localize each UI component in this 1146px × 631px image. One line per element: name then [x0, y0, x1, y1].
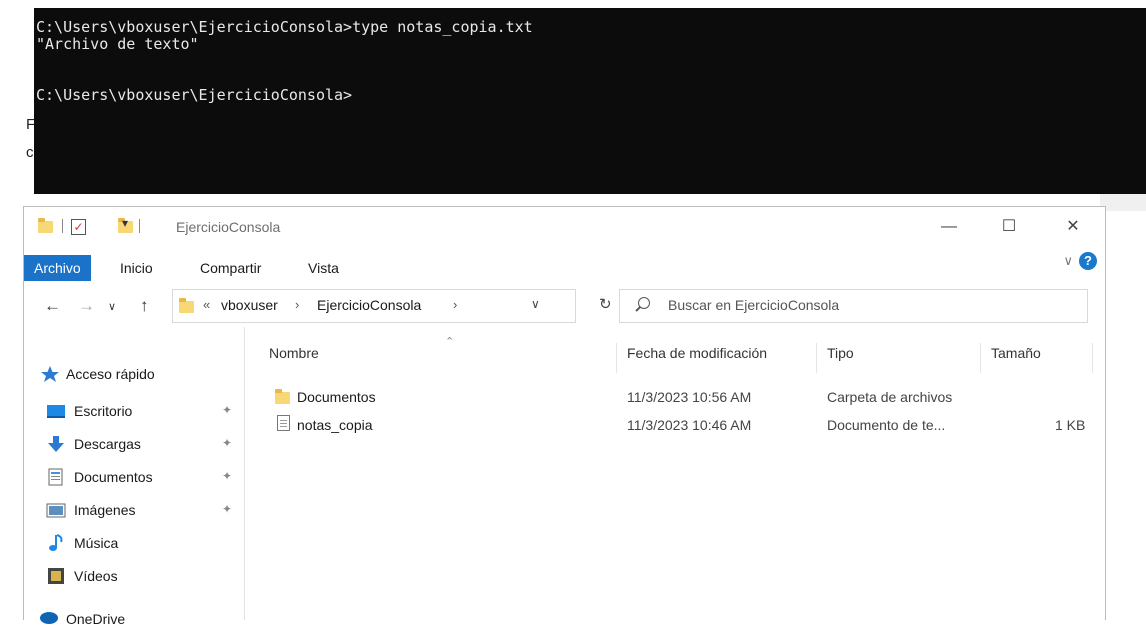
star-icon: [41, 366, 59, 382]
file-type: Carpeta de archivos: [827, 389, 953, 405]
file-type: Documento de te...: [827, 417, 946, 433]
pin-icon[interactable]: ✦: [222, 469, 232, 483]
sidebar-item-label: Vídeos: [74, 568, 118, 584]
sidebar-item-label: Imágenes: [74, 502, 136, 518]
file-size: 1 KB: [1055, 417, 1086, 433]
console-window[interactable]: C:\Users\vboxuser\EjercicioConsola>type …: [34, 8, 1146, 194]
background-text-fragment: c: [26, 144, 34, 161]
breadcrumb-overflow[interactable]: «: [203, 297, 210, 312]
customize-quick-access-icon[interactable]: ▾: [122, 216, 128, 230]
breadcrumb-separator: ›: [295, 297, 300, 312]
search-icon: [638, 297, 650, 309]
column-header-size[interactable]: Tamaño: [991, 345, 1041, 361]
toolbar-separator: [139, 219, 140, 233]
tab-vista[interactable]: Vista: [302, 255, 345, 281]
text-file-icon: [277, 415, 290, 431]
pin-icon[interactable]: ✦: [222, 502, 232, 516]
file-explorer-window: ✓ ▾ EjercicioConsola — ☐ ✕ Archivo Inici…: [23, 206, 1106, 627]
music-icon: [49, 534, 63, 551]
properties-icon[interactable]: ✓: [71, 219, 86, 235]
column-header-type[interactable]: Tipo: [827, 345, 854, 361]
title-bar: ✓ ▾ EjercicioConsola — ☐ ✕: [24, 207, 1105, 247]
breadcrumb-ejercicioconsola[interactable]: EjercicioConsola: [317, 297, 421, 313]
close-button[interactable]: ✕: [1050, 207, 1096, 247]
column-divider[interactable]: [816, 343, 817, 373]
navigation-pane: Acceso rápido Escritorio ✦ Descargas ✦ D…: [24, 327, 245, 627]
videos-icon: [48, 568, 64, 584]
console-line: C:\Users\vboxuser\EjercicioConsola>type …: [36, 18, 533, 36]
back-arrow-icon[interactable]: ←: [44, 296, 61, 316]
file-name: notas_copia: [297, 417, 373, 433]
column-header-date[interactable]: Fecha de modificación: [627, 345, 767, 361]
navigation-bar: ← → ∨ ↑ « vboxuser › EjercicioConsola › …: [24, 283, 1105, 327]
file-row[interactable]: Documentos 11/3/2023 10:56 AM Carpeta de…: [269, 385, 1089, 409]
search-input[interactable]: [668, 297, 1068, 313]
breadcrumb-vboxuser[interactable]: vboxuser: [221, 297, 278, 313]
pictures-icon: [46, 503, 66, 518]
ribbon: Archivo Inicio Compartir Vista: [24, 247, 1105, 281]
tab-archivo[interactable]: Archivo: [24, 255, 91, 281]
console-line: "Archivo de texto": [36, 35, 199, 53]
column-divider[interactable]: [1092, 343, 1093, 373]
pin-icon[interactable]: ✦: [222, 436, 232, 450]
column-divider[interactable]: [980, 343, 981, 373]
folder-icon: [179, 298, 194, 313]
tab-compartir[interactable]: Compartir: [194, 255, 267, 281]
sidebar-item-label: Descargas: [74, 436, 141, 452]
sidebar-item-label: Acceso rápido: [66, 366, 155, 382]
desktop-icon: [47, 405, 65, 418]
onedrive-icon: [40, 612, 58, 624]
column-header-name[interactable]: Nombre: [269, 345, 319, 361]
sidebar-item-label: Documentos: [74, 469, 153, 485]
download-icon: [48, 436, 64, 452]
breadcrumb-separator[interactable]: ›: [453, 297, 457, 312]
expand-ribbon-icon[interactable]: ∨: [1063, 253, 1073, 269]
refresh-icon[interactable]: ↻: [599, 295, 612, 313]
window-title: EjercicioConsola: [176, 219, 281, 235]
file-row[interactable]: notas_copia 11/3/2023 10:46 AM Documento…: [269, 413, 1089, 437]
pin-icon[interactable]: ✦: [222, 403, 232, 417]
folder-icon: [275, 389, 290, 404]
console-prompt-line: C:\Users\vboxuser\EjercicioConsola>: [36, 86, 353, 104]
column-divider[interactable]: [616, 343, 617, 373]
file-modified: 11/3/2023 10:56 AM: [627, 389, 752, 405]
help-icon[interactable]: ?: [1079, 252, 1097, 270]
address-bar[interactable]: « vboxuser › EjercicioConsola › ∨: [172, 289, 576, 323]
sidebar-item-label: OneDrive: [66, 611, 126, 627]
toolbar-separator: [62, 219, 63, 233]
tab-inicio[interactable]: Inicio: [114, 255, 159, 281]
search-box[interactable]: [619, 289, 1088, 323]
file-name: Documentos: [297, 389, 376, 405]
documents-icon: [48, 468, 63, 486]
folder-icon: [38, 218, 53, 233]
address-dropdown-icon[interactable]: ∨: [531, 297, 540, 311]
minimize-button[interactable]: —: [926, 207, 972, 247]
sidebar-item-label: Música: [74, 535, 119, 551]
sort-ascending-icon: ⌃: [445, 336, 455, 348]
file-modified: 11/3/2023 10:46 AM: [627, 417, 752, 433]
up-arrow-icon[interactable]: ↑: [140, 296, 149, 316]
sidebar-item-label: Escritorio: [74, 403, 133, 419]
recent-locations-chevron-icon[interactable]: ∨: [108, 300, 116, 313]
forward-arrow-icon[interactable]: →: [78, 296, 95, 316]
maximize-button[interactable]: ☐: [986, 207, 1032, 247]
